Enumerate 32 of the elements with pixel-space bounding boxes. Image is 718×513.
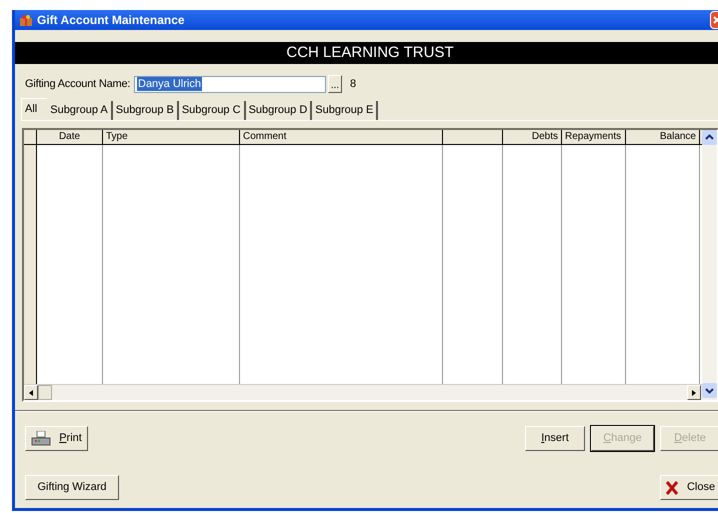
scroll-thumb[interactable] (38, 385, 52, 400)
tab[interactable]: Subgroup C (178, 101, 246, 120)
column-header[interactable]: Date (37, 130, 103, 144)
banner-title: CCH LEARNING TRUST (285, 42, 454, 63)
tab[interactable]: All (21, 98, 48, 120)
column-header[interactable]: Repayments (562, 130, 626, 144)
account-count: 8 (350, 76, 356, 92)
tab[interactable]: Subgroup D (246, 101, 312, 120)
tab[interactable]: Subgroup A (47, 101, 113, 120)
scroll-right-button[interactable] (687, 385, 701, 400)
scroll-left-button[interactable] (24, 385, 38, 400)
column-header[interactable]: Type (103, 130, 240, 144)
account-name-field[interactable]: Danya Ulrich (134, 76, 326, 92)
tab[interactable]: Subgroup B (112, 101, 179, 120)
right-arrow-icon (692, 390, 696, 396)
close-button[interactable]: Close (660, 475, 718, 500)
horizontal-scrollbar[interactable] (24, 384, 717, 400)
printer-icon (31, 430, 52, 446)
field-label: Gifting Account Name: (25, 76, 132, 92)
left-arrow-icon (29, 390, 33, 396)
dialog-button[interactable]: Insert (525, 426, 585, 451)
tab[interactable]: Subgroup E (312, 101, 378, 120)
browse-button[interactable]: ... (328, 75, 342, 93)
column-header[interactable]: Comment (240, 130, 443, 144)
print-button[interactable]: Print (25, 426, 88, 451)
vertical-scrollbar[interactable] (702, 130, 717, 398)
window-title: Gift Account Maintenance (37, 12, 186, 29)
close-icon (664, 480, 679, 494)
column-header[interactable]: Balance (626, 130, 700, 144)
column-header[interactable]: Debts (503, 130, 562, 144)
gift-box-icon (19, 13, 33, 27)
dialog-button[interactable]: Gifting Wizard (25, 475, 119, 500)
